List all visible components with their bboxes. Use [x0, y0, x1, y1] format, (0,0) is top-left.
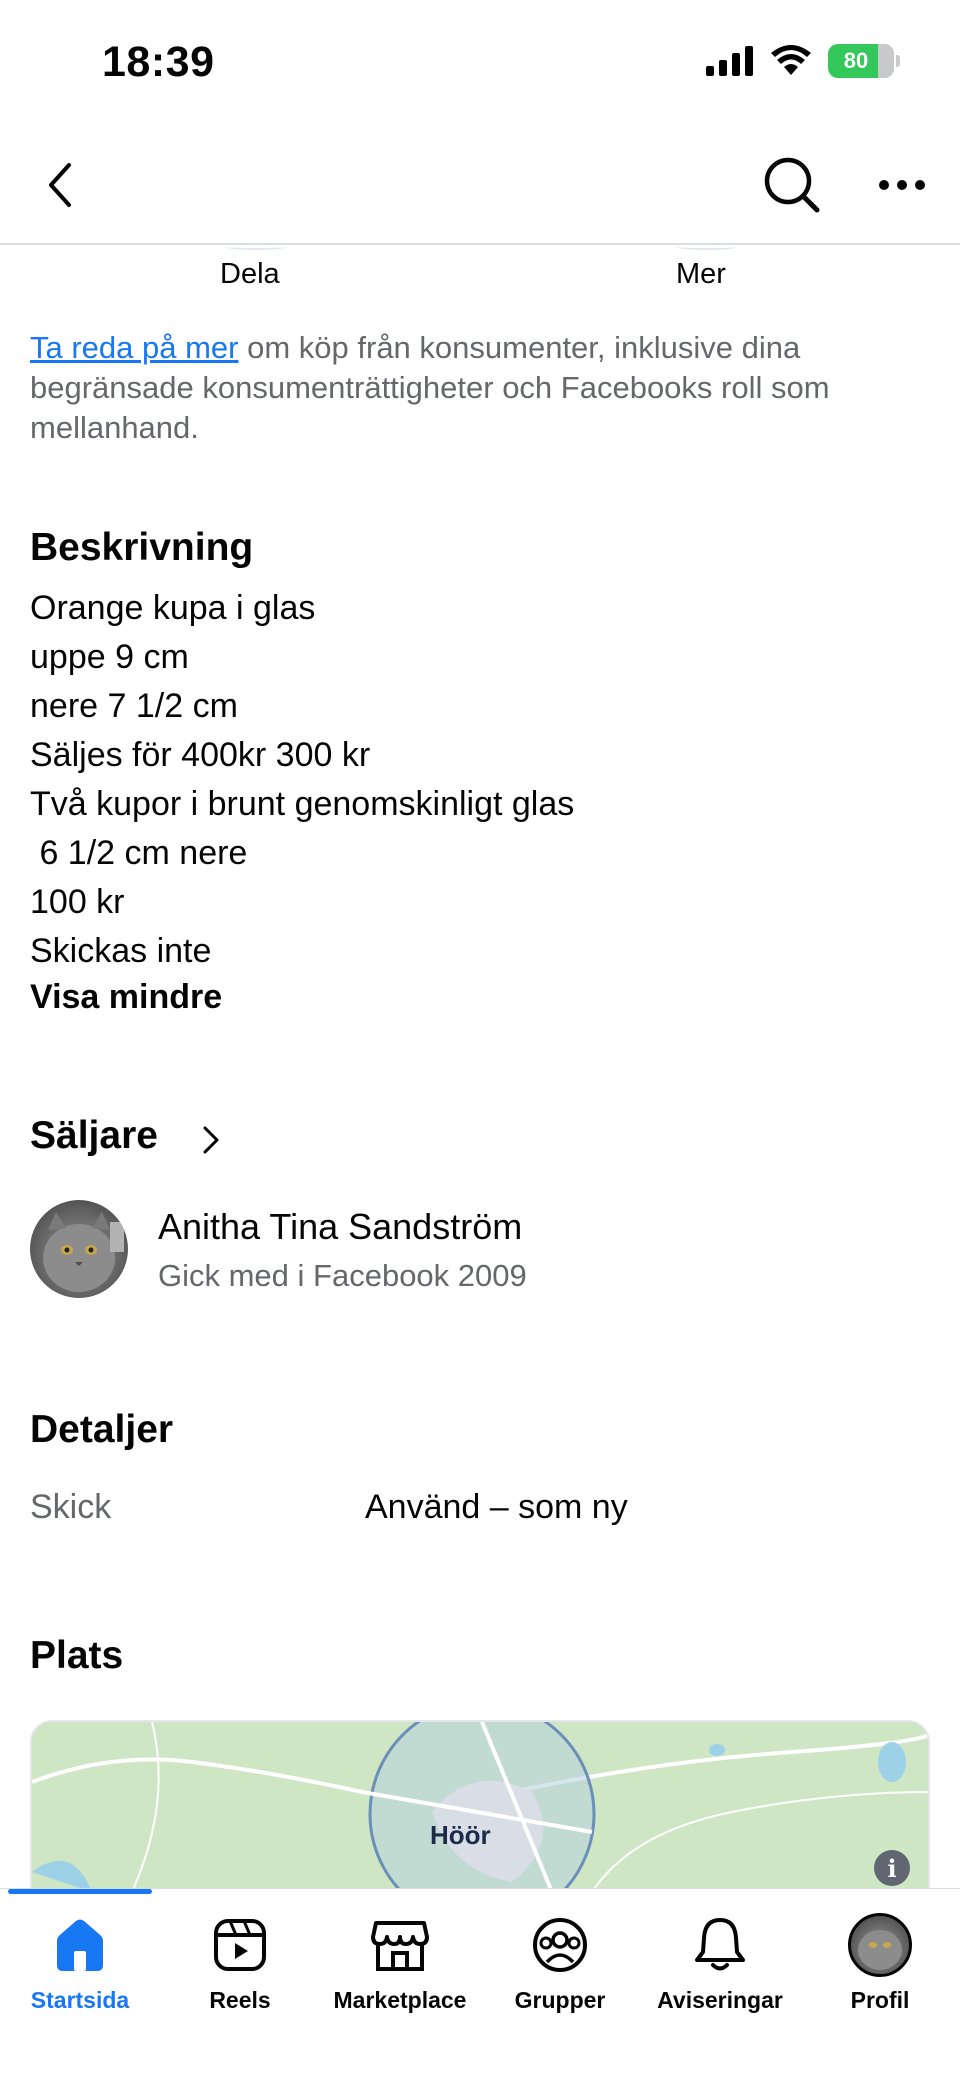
share-label[interactable]: Dela [220, 258, 280, 291]
tab-home[interactable]: Startsida [0, 1913, 160, 2023]
back-button[interactable] [30, 150, 90, 220]
home-icon [48, 1913, 112, 1977]
tab-profile[interactable]: Profil [800, 1913, 960, 2023]
search-button[interactable] [760, 150, 824, 220]
description-line: Skickas inte [30, 932, 212, 970]
wifi-icon [771, 45, 811, 75]
description-line: 100 kr [30, 883, 125, 921]
reels-icon [208, 1913, 272, 1977]
marketplace-icon [368, 1913, 432, 1977]
status-bar: 18:39 80 [0, 0, 960, 130]
active-tab-indicator [8, 1889, 152, 1894]
description-line: nere 7 1/2 cm [30, 687, 238, 725]
more-button-edge [677, 244, 737, 250]
seller-avatar[interactable] [30, 1200, 128, 1298]
groups-icon [528, 1913, 592, 1977]
tab-groups[interactable]: Grupper [480, 1913, 640, 2023]
tab-label: Profil [850, 1987, 910, 2013]
description-heading: Beskrivning [30, 526, 254, 569]
tab-label: Reels [209, 1987, 271, 2013]
condition-value: Använd – som ny [365, 1488, 628, 1526]
tab-label: Grupper [514, 1987, 606, 2013]
learn-more-link[interactable]: Ta reda på mer [30, 330, 239, 365]
chevron-left-icon [49, 163, 71, 207]
location-map[interactable]: Höör i [30, 1720, 930, 1890]
description-line: Två kupor i brunt genomskinligt glas [30, 785, 575, 823]
seller-joined: Gick med i Facebook 2009 [158, 1258, 527, 1293]
info-icon[interactable]: i [874, 1850, 910, 1886]
tab-notifications[interactable]: Aviseringar [640, 1913, 800, 2023]
chevron-right-icon[interactable] [196, 1120, 226, 1160]
description-line: 6 1/2 cm nere [30, 834, 248, 872]
bell-icon [688, 1913, 752, 1977]
tab-label: Startsida [30, 1987, 130, 2013]
details-heading: Detaljer [30, 1408, 174, 1451]
map-place-label: Höör [430, 1820, 491, 1850]
seller-heading[interactable]: Säljare [30, 1114, 158, 1158]
seller-name[interactable]: Anitha Tina Sandström [158, 1206, 522, 1248]
more-label[interactable]: Mer [676, 258, 726, 291]
battery-level: 80 [843, 48, 869, 73]
tab-marketplace[interactable]: Marketplace [320, 1913, 480, 2023]
show-less-button[interactable]: Visa mindre [30, 978, 222, 1017]
nav-header [0, 130, 960, 245]
battery-indicator: 80 [828, 44, 900, 78]
description-body: Orange kupa i glas uppe 9 cm nere 7 1/2 … [30, 584, 930, 976]
share-button-edge [226, 244, 286, 250]
status-icons: 80 [706, 44, 900, 78]
bottom-tab-bar: Startsida Reels Marketplace Grupper Avis… [0, 1888, 960, 2078]
tab-reels[interactable]: Reels [160, 1913, 320, 2023]
tab-label: Marketplace [333, 1987, 467, 2013]
map-graphic [32, 1722, 928, 1888]
profile-avatar [848, 1913, 912, 1977]
more-horizontal-icon [879, 180, 925, 190]
description-line: Orange kupa i glas [30, 589, 316, 627]
description-line: Säljes för 400kr 300 kr [30, 736, 371, 774]
search-icon [764, 157, 820, 213]
cellular-signal-icon [706, 46, 753, 76]
condition-label: Skick [30, 1488, 112, 1526]
consumer-info-text: Ta reda på mer om köp från konsumenter, … [30, 328, 930, 448]
location-heading: Plats [30, 1634, 124, 1677]
status-time: 18:39 [102, 38, 215, 86]
seller-profile-row[interactable]: Anitha Tina Sandström Gick med i Faceboo… [30, 1200, 930, 1300]
tab-label: Aviseringar [657, 1987, 783, 2013]
description-line: uppe 9 cm [30, 638, 189, 676]
more-options-button[interactable] [872, 150, 932, 220]
